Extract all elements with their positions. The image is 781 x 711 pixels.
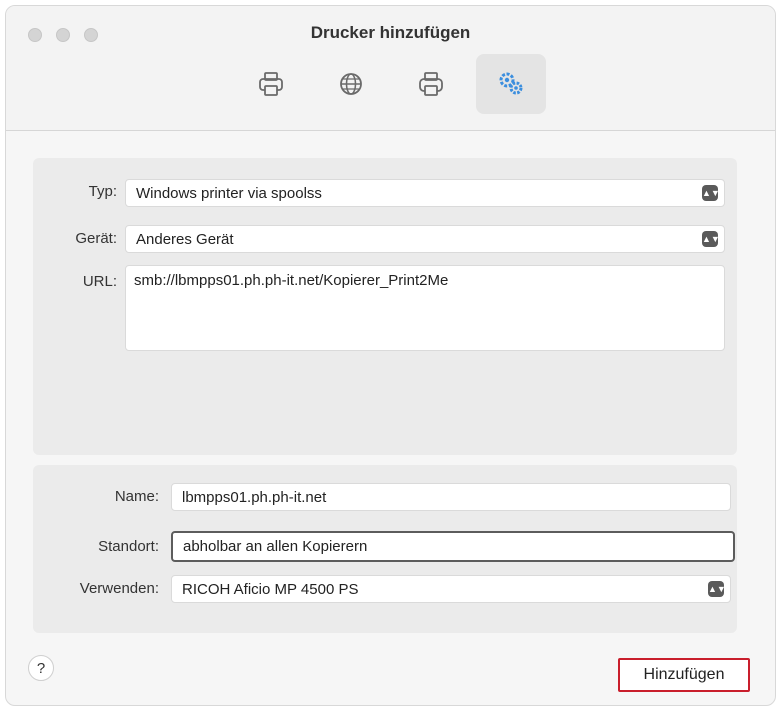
location-input[interactable]: abholbar an allen Kopierern xyxy=(171,531,735,562)
device-select-value: Anderes Gerät xyxy=(136,230,234,248)
use-driver-select-value: RICOH Aficio MP 4500 PS xyxy=(182,580,359,598)
toolbar xyxy=(6,54,775,114)
name-label: Name: xyxy=(114,488,159,505)
device-select[interactable]: Anderes Gerät ▲▼ xyxy=(125,225,725,253)
titlebar: Drucker hinzufügen xyxy=(6,6,775,131)
windows-printer-icon xyxy=(418,72,443,96)
add-button[interactable]: Hinzufügen xyxy=(618,658,750,692)
type-select[interactable]: Windows printer via spoolss ▲▼ xyxy=(125,179,725,207)
use-driver-select[interactable]: RICOH Aficio MP 4500 PS ▲▼ xyxy=(171,575,731,603)
toolbar-default-button[interactable] xyxy=(236,54,306,114)
toolbar-windows-button[interactable] xyxy=(396,54,466,114)
toolbar-advanced-button[interactable] xyxy=(475,54,546,114)
select-chevron-icon: ▲▼ xyxy=(708,581,726,597)
select-chevron-icon: ▲▼ xyxy=(702,185,720,201)
window-title: Drucker hinzufügen xyxy=(310,23,471,42)
advanced-gears-icon xyxy=(499,72,522,95)
details-panel: Name: lbmpps01.ph.ph-it.net Standort: ab… xyxy=(33,465,737,633)
help-button[interactable]: ? xyxy=(28,655,54,681)
url-input[interactable]: smb://lbmpps01.ph.ph-it.net/Kopierer_Pri… xyxy=(125,265,725,351)
use-driver-label: Verwenden: xyxy=(79,580,159,597)
location-label: Standort: xyxy=(98,538,159,555)
connection-panel: Typ: Windows printer via spoolss ▲▼ Gerä… xyxy=(33,158,737,455)
url-label: URL: xyxy=(82,273,117,290)
type-select-value: Windows printer via spoolss xyxy=(136,184,322,202)
select-chevron-icon: ▲▼ xyxy=(702,231,720,247)
globe-ip-icon xyxy=(339,73,362,95)
printer-default-icon xyxy=(258,72,283,96)
toolbar-ip-button[interactable] xyxy=(316,54,386,114)
name-input[interactable]: lbmpps01.ph.ph-it.net xyxy=(171,483,731,511)
type-label: Typ: xyxy=(88,183,117,200)
device-label: Gerät: xyxy=(75,230,117,247)
